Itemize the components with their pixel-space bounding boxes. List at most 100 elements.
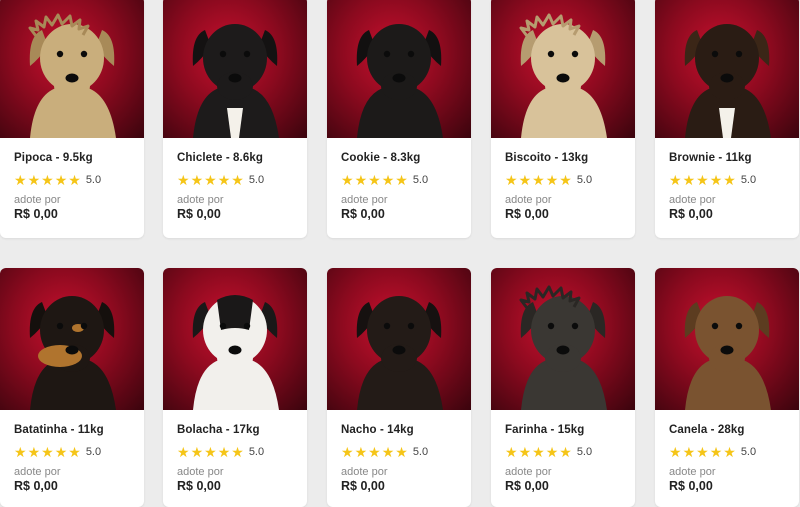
adopt-label: adote por [14, 194, 61, 206]
star-icon: ★ [559, 444, 572, 460]
rating-score: 5.0 [412, 446, 429, 458]
dog-name-weight: Bolacha - 17kg [177, 424, 260, 436]
dog-photo[interactable] [655, 0, 799, 138]
star-icon: ★ [709, 444, 723, 460]
adoption-price: R$ 0,00 [505, 479, 549, 493]
dog-card[interactable]: Brownie - 11kg ★ ★ ★ ★ ★ 5.0 adote por R$ 0,00 [655, 0, 799, 238]
card-info: Cookie - 8.3kg ★ ★ ★ ★ ★ 5.0 adote por R$ 0,00 [327, 138, 471, 221]
dog-card[interactable]: Pipoca - 9.5kg ★ ★ ★ ★ ★ 5.0 adote por R$ 0,00 [0, 0, 144, 238]
star-icon: ★ [217, 172, 231, 188]
star-icon: ★ [177, 444, 190, 460]
star-icon: ★ [709, 172, 723, 188]
dog-name-weight: Farinha - 15kg [505, 424, 585, 436]
adopt-label: adote por [341, 194, 388, 206]
dog-name-weight: Canela - 28kg [669, 424, 745, 436]
rating-stars: ★ ★ ★ ★ ★ [14, 445, 82, 459]
star-icon: ★ [354, 444, 368, 460]
star-icon: ★ [696, 172, 709, 188]
star-icon: ★ [368, 444, 381, 460]
star-icon: ★ [545, 444, 559, 460]
star-icon: ★ [682, 444, 696, 460]
card-info: Bolacha - 17kg ★ ★ ★ ★ ★ 5.0 adote por R$ 0,00 [163, 410, 307, 493]
card-info: Biscoito - 13kg ★ ★ ★ ★ ★ 5.0 adote por R$ 0,00 [491, 138, 635, 221]
dog-card[interactable]: Canela - 28kg ★ ★ ★ ★ ★ 5.0 adote por R$ 0,00 [655, 268, 799, 507]
star-icon: ★ [381, 444, 395, 460]
star-icon: ★ [559, 172, 572, 188]
rating: ★ ★ ★ ★ ★ 5.0 [341, 445, 457, 459]
rating: ★ ★ ★ ★ ★ 5.0 [341, 173, 457, 187]
rating-stars: ★ ★ ★ ★ ★ [505, 445, 573, 459]
star-icon: ★ [231, 444, 244, 460]
rating-score: 5.0 [576, 174, 593, 186]
rating-score: 5.0 [85, 446, 102, 458]
dog-photo[interactable] [327, 268, 471, 410]
star-icon: ★ [204, 444, 217, 460]
adopt-label: adote por [14, 466, 61, 478]
star-icon: ★ [14, 444, 27, 460]
rating: ★ ★ ★ ★ ★ 5.0 [505, 173, 621, 187]
star-icon: ★ [68, 444, 81, 460]
adoption-price: R$ 0,00 [177, 207, 221, 221]
rating-stars: ★ ★ ★ ★ ★ [669, 445, 737, 459]
rating-score: 5.0 [740, 446, 757, 458]
star-icon: ★ [505, 172, 518, 188]
rating-stars: ★ ★ ★ ★ ★ [177, 173, 245, 187]
dog-photo[interactable] [163, 0, 307, 138]
adoption-price: R$ 0,00 [341, 207, 385, 221]
rating: ★ ★ ★ ★ ★ 5.0 [14, 173, 130, 187]
star-icon: ★ [723, 172, 736, 188]
card-info: Pipoca - 9.5kg ★ ★ ★ ★ ★ 5.0 adote por R$ 0,00 [0, 138, 144, 221]
dog-photo[interactable] [491, 0, 635, 138]
star-icon: ★ [395, 444, 408, 460]
dog-photo[interactable] [327, 0, 471, 138]
adoption-price: R$ 0,00 [505, 207, 549, 221]
dog-photo[interactable] [491, 268, 635, 410]
star-icon: ★ [217, 444, 231, 460]
dog-photo[interactable] [163, 268, 307, 410]
rating-stars: ★ ★ ★ ★ ★ [341, 173, 409, 187]
star-icon: ★ [381, 172, 395, 188]
rating: ★ ★ ★ ★ ★ 5.0 [177, 445, 293, 459]
dog-name-weight: Nacho - 14kg [341, 424, 414, 436]
star-icon: ★ [14, 172, 27, 188]
dog-card[interactable]: Chiclete - 8.6kg ★ ★ ★ ★ ★ 5.0 adote por R$ 0,00 [163, 0, 307, 238]
adopt-label: adote por [505, 466, 552, 478]
dog-photo[interactable] [655, 268, 799, 410]
dog-photo[interactable] [0, 0, 144, 138]
card-info: Batatinha - 11kg ★ ★ ★ ★ ★ 5.0 adote por R$ 0,00 [0, 410, 144, 493]
star-icon: ★ [682, 172, 696, 188]
star-icon: ★ [532, 444, 545, 460]
rating-score: 5.0 [85, 174, 102, 186]
adoption-price: R$ 0,00 [14, 479, 58, 493]
adoption-price: R$ 0,00 [177, 479, 221, 493]
adopt-label: adote por [669, 194, 716, 206]
adopt-label: adote por [669, 466, 716, 478]
star-icon: ★ [204, 172, 217, 188]
rating-stars: ★ ★ ★ ★ ★ [14, 173, 82, 187]
dog-card[interactable]: Batatinha - 11kg ★ ★ ★ ★ ★ 5.0 adote por R$ 0,00 [0, 268, 144, 507]
card-info: Nacho - 14kg ★ ★ ★ ★ ★ 5.0 adote por R$ 0,00 [327, 410, 471, 493]
rating-stars: ★ ★ ★ ★ ★ [177, 445, 245, 459]
adoption-price: R$ 0,00 [341, 479, 385, 493]
star-icon: ★ [190, 444, 204, 460]
adopt-label: adote por [177, 194, 224, 206]
dog-card[interactable]: Biscoito - 13kg ★ ★ ★ ★ ★ 5.0 adote por R$ 0,00 [491, 0, 635, 238]
dog-card[interactable]: Farinha - 15kg ★ ★ ★ ★ ★ 5.0 adote por R$ 0,00 [491, 268, 635, 507]
star-icon: ★ [669, 444, 682, 460]
dog-name-weight: Pipoca - 9.5kg [14, 152, 93, 164]
rating-score: 5.0 [576, 446, 593, 458]
star-icon: ★ [723, 444, 736, 460]
dog-card[interactable]: Nacho - 14kg ★ ★ ★ ★ ★ 5.0 adote por R$ 0,00 [327, 268, 471, 507]
dog-photo[interactable] [0, 268, 144, 410]
dog-card[interactable]: Cookie - 8.3kg ★ ★ ★ ★ ★ 5.0 adote por R$ 0,00 [327, 0, 471, 238]
rating-score: 5.0 [248, 174, 265, 186]
card-info: Brownie - 11kg ★ ★ ★ ★ ★ 5.0 adote por R$ 0,00 [655, 138, 799, 221]
dog-card[interactable]: Bolacha - 17kg ★ ★ ★ ★ ★ 5.0 adote por R$ 0,00 [163, 268, 307, 507]
star-icon: ★ [518, 444, 532, 460]
star-icon: ★ [395, 172, 408, 188]
star-icon: ★ [341, 444, 354, 460]
dog-name-weight: Brownie - 11kg [669, 152, 752, 164]
rating-score: 5.0 [248, 446, 265, 458]
dog-name-weight: Batatinha - 11kg [14, 424, 104, 436]
star-icon: ★ [177, 172, 190, 188]
